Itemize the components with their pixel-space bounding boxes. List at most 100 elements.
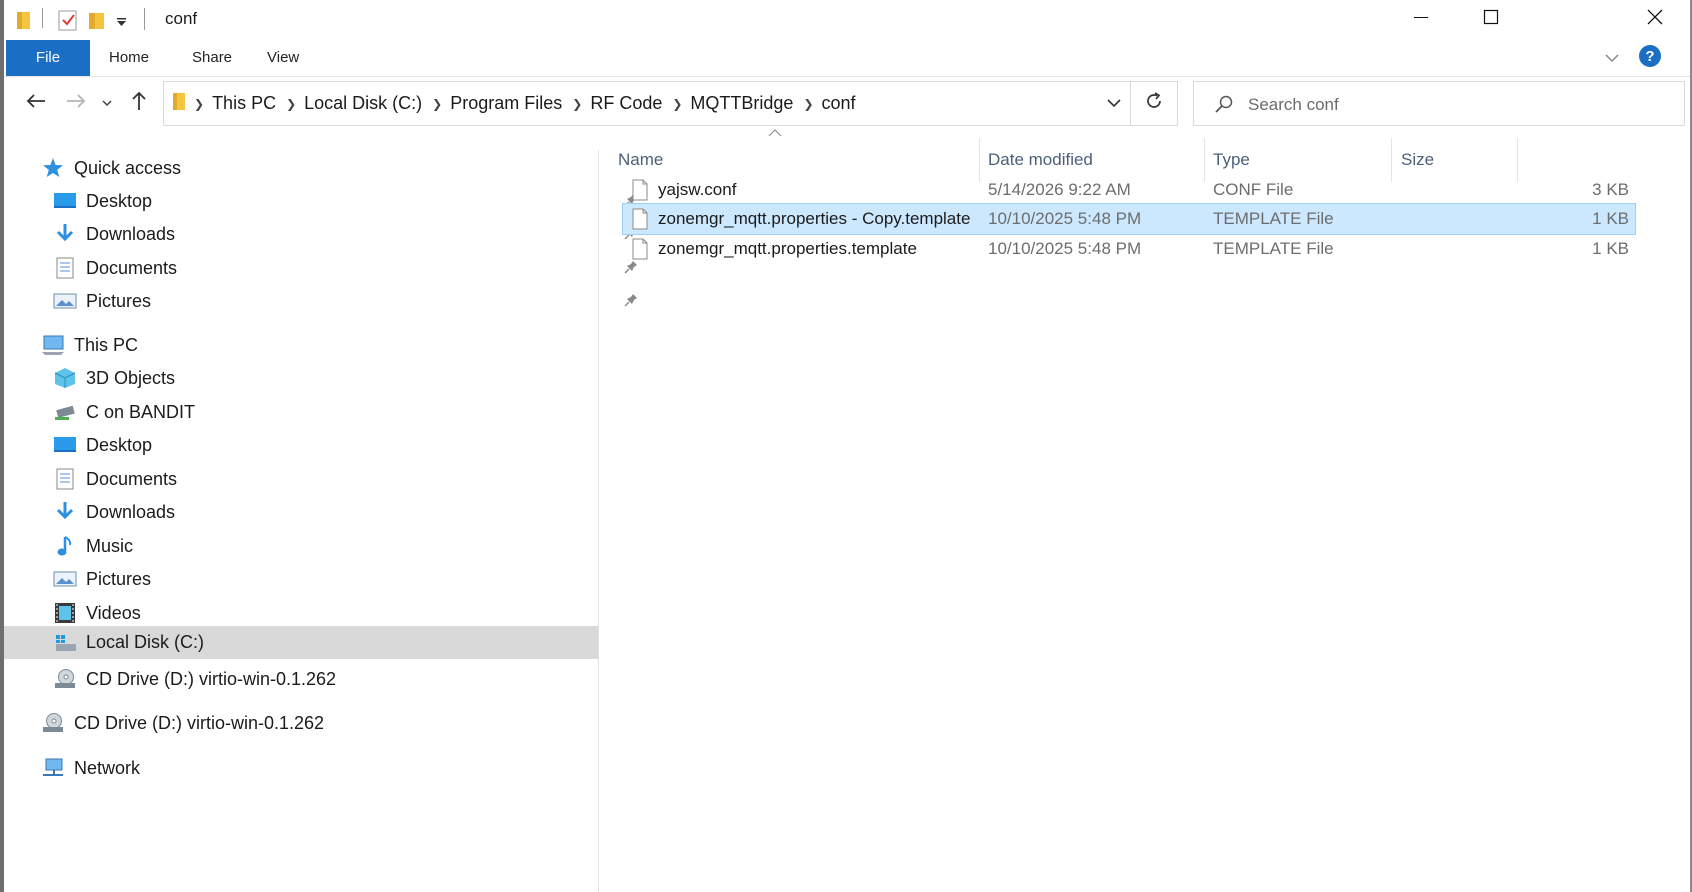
file-row-selected[interactable]: zonemgr_mqtt.properties - Copy.template … xyxy=(622,203,1636,235)
nav-label: Desktop xyxy=(86,434,153,455)
tab-file[interactable]: File xyxy=(6,40,90,76)
nav-item-desktop[interactable]: Desktop xyxy=(52,183,637,219)
nav-item-3d-objects[interactable]: 3D Objects xyxy=(52,360,175,396)
minimize-button[interactable] xyxy=(1386,0,1456,38)
nav-label: 3D Objects xyxy=(86,367,176,388)
nav-label: This PC xyxy=(74,334,139,355)
nav-quick-access[interactable]: Quick access xyxy=(40,150,181,186)
nav-item-pictures[interactable]: Pictures xyxy=(52,283,637,319)
window-title: conf xyxy=(165,9,198,28)
forward-button[interactable] xyxy=(60,83,92,123)
nav-item-downloads[interactable]: Downloads xyxy=(52,216,637,252)
nav-item-documents-pc[interactable]: Documents xyxy=(52,461,177,497)
nav-item-c-on-bandit[interactable]: C on BANDIT xyxy=(52,394,195,430)
search-input[interactable] xyxy=(1246,82,1670,127)
cube-icon xyxy=(52,366,78,390)
chevron-right-icon[interactable]: ❯ xyxy=(194,97,204,111)
help-icon[interactable]: ? xyxy=(1638,44,1662,73)
nav-label: Documents xyxy=(86,468,178,489)
nav-label: Music xyxy=(86,535,134,556)
chevron-right-icon[interactable]: ❯ xyxy=(803,97,813,111)
maximize-button[interactable] xyxy=(1456,0,1526,38)
nav-item-music[interactable]: Music xyxy=(52,528,133,564)
up-button[interactable] xyxy=(124,83,154,123)
minimize-icon xyxy=(1413,9,1429,30)
separator-icon xyxy=(144,8,146,35)
documents-icon xyxy=(52,256,78,280)
pictures-icon xyxy=(52,289,78,313)
download-arrow-icon xyxy=(52,500,78,524)
file-type: TEMPLATE File xyxy=(1213,209,1334,228)
ribbon-tabs: File Home Share View ? xyxy=(4,40,1690,77)
desktop-icon xyxy=(52,433,78,457)
file-name[interactable]: zonemgr_mqtt.properties - Copy.template xyxy=(658,203,970,235)
file-list: Name Date modified Type Size yajsw.conf … xyxy=(599,128,1690,892)
svg-text:?: ? xyxy=(1645,48,1654,65)
network-icon xyxy=(40,756,66,780)
windows-drive-icon xyxy=(52,631,78,655)
pictures-icon xyxy=(52,567,78,591)
star-icon xyxy=(40,156,66,180)
nav-label: CD Drive (D:) virtio-win-0.1.262 xyxy=(74,712,325,733)
breadcrumb-rf-code[interactable]: RF Code xyxy=(590,93,662,114)
breadcrumb-local-disk[interactable]: Local Disk (C:) xyxy=(304,93,422,114)
nav-label: Pictures xyxy=(86,568,152,589)
file-type: TEMPLATE File xyxy=(1213,239,1334,258)
recent-locations-button[interactable] xyxy=(96,83,118,123)
file-row[interactable]: zonemgr_mqtt.properties.template 10/10/2… xyxy=(622,233,1636,265)
download-arrow-icon xyxy=(52,222,78,246)
breadcrumb-mqttbridge[interactable]: MQTTBridge xyxy=(690,93,793,114)
tab-share[interactable]: Share xyxy=(192,40,232,76)
nav-item-desktop-pc[interactable]: Desktop xyxy=(52,427,152,463)
nav-item-local-disk[interactable]: Local Disk (C:) xyxy=(4,626,598,659)
nav-label: Pictures xyxy=(86,290,152,311)
computer-icon xyxy=(40,333,66,357)
properties-icon[interactable] xyxy=(58,9,78,36)
search-box[interactable] xyxy=(1193,81,1685,127)
file-size: 1 KB xyxy=(1592,239,1629,258)
chevron-right-icon[interactable]: ❯ xyxy=(672,97,682,111)
file-name[interactable]: yajsw.conf xyxy=(658,174,736,206)
desktop-icon xyxy=(52,189,78,213)
nav-this-pc[interactable]: This PC xyxy=(40,327,138,363)
new-folder-icon[interactable] xyxy=(88,10,106,35)
nav-item-downloads-pc[interactable]: Downloads xyxy=(52,494,175,530)
nav-label: Desktop xyxy=(86,190,153,211)
nav-label: Videos xyxy=(86,602,141,623)
file-name[interactable]: zonemgr_mqtt.properties.template xyxy=(658,233,917,265)
file-row[interactable]: yajsw.conf 5/14/2026 9:22 AM CONF File 3… xyxy=(622,174,1636,206)
breadcrumb-conf[interactable]: conf xyxy=(822,93,856,114)
refresh-button[interactable] xyxy=(1131,81,1178,126)
close-button[interactable] xyxy=(1620,0,1690,38)
address-history-button[interactable] xyxy=(1099,82,1129,125)
nav-label: Documents xyxy=(86,257,178,278)
chevron-right-icon[interactable]: ❯ xyxy=(432,97,442,111)
breadcrumb-program-files[interactable]: Program Files xyxy=(450,93,562,114)
back-button[interactable] xyxy=(18,83,54,123)
navigation-pane: Quick access Desktop Downloads Documents… xyxy=(4,150,637,892)
nav-label: C on BANDIT xyxy=(86,401,196,422)
search-icon xyxy=(1214,94,1234,119)
nav-item-documents[interactable]: Documents xyxy=(52,250,637,286)
cd-drive-icon xyxy=(40,711,66,735)
chevron-right-icon[interactable]: ❯ xyxy=(572,97,582,111)
film-icon xyxy=(52,601,78,625)
nav-network[interactable]: Network xyxy=(40,750,140,786)
customize-toolbar-chevron-icon[interactable] xyxy=(116,14,128,32)
folder-icon xyxy=(172,91,186,116)
nav-label: Downloads xyxy=(86,501,176,522)
tab-home[interactable]: Home xyxy=(109,40,149,76)
separator-icon xyxy=(42,8,44,33)
nav-label: CD Drive (D:) virtio-win-0.1.262 xyxy=(86,668,337,689)
breadcrumb-this-pc[interactable]: This PC xyxy=(212,93,276,114)
nav-item-cd-drive[interactable]: CD Drive (D:) virtio-win-0.1.262 xyxy=(52,661,336,697)
tab-view[interactable]: View xyxy=(267,40,299,76)
chevron-right-icon[interactable]: ❯ xyxy=(286,97,296,111)
nav-item-pictures-pc[interactable]: Pictures xyxy=(52,561,151,597)
address-bar[interactable]: ❯ This PC ❯ Local Disk (C:) ❯ Program Fi… xyxy=(163,81,1131,126)
ribbon-expand-chevron-icon[interactable] xyxy=(1604,51,1620,69)
nav-cd-drive[interactable]: CD Drive (D:) virtio-win-0.1.262 xyxy=(40,705,324,741)
maximize-icon xyxy=(1483,9,1499,30)
documents-icon xyxy=(52,467,78,491)
folder-icon xyxy=(16,10,32,35)
